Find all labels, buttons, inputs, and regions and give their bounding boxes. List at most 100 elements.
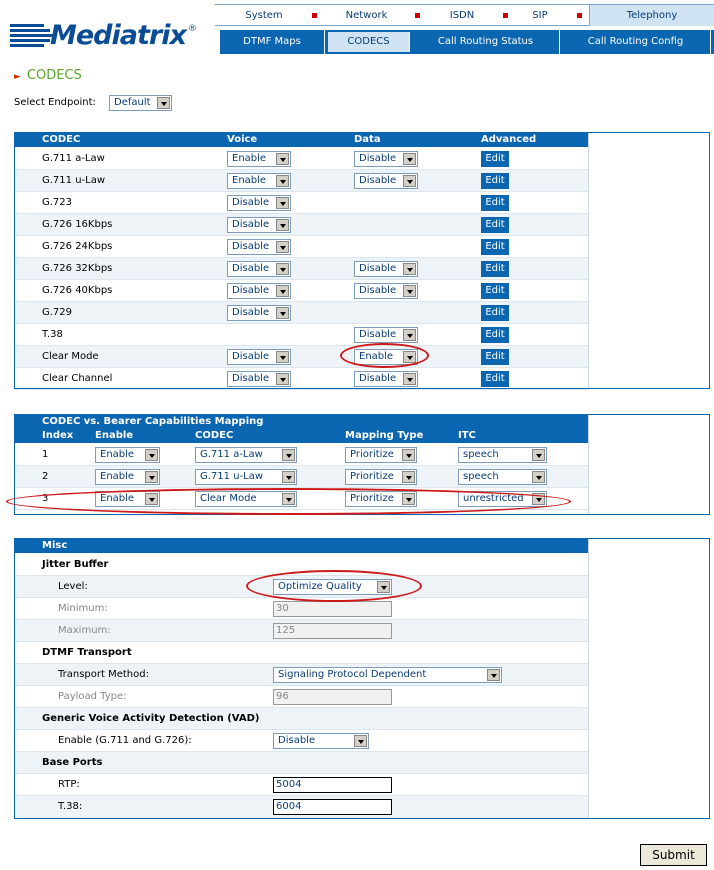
nav-network[interactable]: Network (318, 5, 415, 26)
vad-title: Generic Voice Activity Detection (VAD) (42, 713, 260, 724)
data-dropdown[interactable]: Disable (354, 283, 418, 299)
mediatrix-logo: Mediatrix ® (10, 20, 200, 60)
header-advanced: Advanced (481, 134, 537, 145)
bearer-enable-dropdown[interactable]: Enable (95, 469, 160, 485)
voice-dropdown[interactable]: Enable (227, 151, 291, 167)
nav-system[interactable]: System (215, 5, 313, 26)
voice-dropdown[interactable]: Disable (227, 371, 291, 387)
nav-separator-icon (577, 13, 582, 18)
header-voice: Voice (227, 134, 258, 145)
header-codec: CODEC (195, 430, 234, 441)
bearer-enable-dropdown[interactable]: Enable (95, 447, 160, 463)
jitter-buffer-title: Jitter Buffer (42, 559, 109, 570)
edit-button[interactable]: Edit (481, 327, 509, 343)
edit-button[interactable]: Edit (481, 349, 509, 365)
bearer-codec-dropdown[interactable]: G.711 a-Law (195, 447, 297, 463)
edit-button[interactable]: Edit (481, 371, 509, 387)
jitter-max-label: Maximum: (58, 625, 111, 636)
dropdown-arrow-icon (403, 285, 416, 297)
nav-telephony[interactable]: Telephony (589, 5, 714, 26)
transport-method-dropdown[interactable]: Signaling Protocol Dependent (273, 667, 502, 683)
table-row: G.711 u-Law Enable Disable Edit (15, 170, 588, 192)
table-row: G.726 40Kbps Disable Disable Edit (15, 280, 588, 302)
select-endpoint-dropdown[interactable]: Default (109, 95, 172, 111)
codec-name: G.711 a-Law (42, 153, 105, 164)
codec-name: G.711 u-Law (42, 175, 106, 186)
voice-dropdown[interactable]: Enable (227, 173, 291, 189)
header-itc: ITC (458, 430, 476, 441)
page-title: ► CODECS (14, 68, 82, 83)
dropdown-arrow-icon (354, 735, 367, 747)
codec-table-header: CODEC Voice Data Advanced (15, 133, 589, 147)
voice-dropdown[interactable]: Disable (227, 239, 291, 255)
voice-dropdown[interactable]: Disable (227, 349, 291, 365)
dropdown-arrow-icon (402, 471, 415, 483)
edit-button[interactable]: Edit (481, 305, 509, 321)
edit-button[interactable]: Edit (481, 283, 509, 299)
edit-button[interactable]: Edit (481, 195, 509, 211)
subnav-call-routing-config[interactable]: Call Routing Config (561, 30, 711, 54)
itc-dropdown[interactable]: speech (458, 469, 547, 485)
data-dropdown[interactable]: Disable (354, 261, 418, 277)
mapping-type-dropdown[interactable]: Prioritize (345, 469, 417, 485)
bearer-index: 2 (42, 471, 49, 482)
bearer-table-header: CODEC vs. Bearer Capabilities Mapping In… (15, 415, 589, 443)
dropdown-arrow-icon (282, 449, 295, 461)
data-dropdown[interactable]: Disable (354, 173, 418, 189)
table-row: G.711 a-Law Enable Disable Edit (15, 148, 588, 170)
itc-dropdown[interactable]: speech (458, 447, 547, 463)
edit-button[interactable]: Edit (481, 173, 509, 189)
voice-dropdown[interactable]: Disable (227, 195, 291, 211)
nav-isdn[interactable]: ISDN (420, 5, 504, 26)
voice-dropdown[interactable]: Disable (227, 305, 291, 321)
edit-button[interactable]: Edit (481, 151, 509, 167)
codec-name: G.726 16Kbps (42, 219, 113, 230)
rtp-port-input[interactable]: 5004 (273, 777, 392, 793)
data-dropdown[interactable]: Disable (354, 371, 418, 387)
voice-dropdown[interactable]: Disable (227, 261, 291, 277)
payload-type-input[interactable]: 96 (273, 689, 392, 705)
vad-enable-dropdown[interactable]: Disable (273, 733, 369, 749)
t38-port-input[interactable]: 6004 (273, 799, 392, 815)
edit-button[interactable]: Edit (481, 261, 509, 277)
logo-text: Mediatrix (50, 20, 187, 51)
bearer-codec-dropdown[interactable]: G.711 u-Law (195, 469, 297, 485)
t38-label: T.38: (58, 801, 83, 812)
sub-nav: DTMF Maps CODECS Call Routing Status Cal… (220, 30, 714, 54)
dropdown-arrow-icon (403, 373, 416, 385)
subnav-dtmf-maps[interactable]: DTMF Maps (220, 30, 325, 54)
vad-enable-label: Enable (G.711 and G.726): (58, 735, 192, 746)
data-dropdown[interactable]: Disable (354, 327, 418, 343)
codec-name: Clear Channel (42, 373, 113, 384)
edit-button[interactable]: Edit (481, 217, 509, 233)
dtmf-transport-title: DTMF Transport (42, 647, 132, 658)
dropdown-arrow-icon (276, 263, 289, 275)
subnav-call-routing-status[interactable]: Call Routing Status (412, 30, 560, 54)
title-arrow-icon: ► (14, 72, 21, 82)
table-row: T.38 Disable Edit (15, 324, 588, 346)
payload-type-label: Payload Type: (58, 691, 127, 702)
dropdown-arrow-icon (276, 373, 289, 385)
dropdown-arrow-icon (282, 471, 295, 483)
dropdown-arrow-icon (145, 471, 158, 483)
base-ports-title: Base Ports (42, 757, 103, 768)
main-nav: System Network ISDN SIP Telephony (215, 4, 714, 26)
submit-button[interactable]: Submit (640, 844, 707, 866)
highlight-oval (6, 488, 571, 515)
dropdown-arrow-icon (145, 449, 158, 461)
highlight-oval (246, 570, 422, 602)
jitter-max-input[interactable]: 125 (273, 623, 392, 639)
voice-dropdown[interactable]: Disable (227, 283, 291, 299)
mapping-type-dropdown[interactable]: Prioritize (345, 447, 417, 463)
rtp-label: RTP: (58, 779, 80, 790)
jitter-min-input[interactable]: 30 (273, 601, 392, 617)
table-row: 2 Enable G.711 u-Law Prioritize speech (15, 466, 588, 488)
nav-sip[interactable]: SIP (508, 5, 572, 26)
data-dropdown[interactable]: Disable (354, 151, 418, 167)
voice-dropdown[interactable]: Disable (227, 217, 291, 233)
subnav-codecs[interactable]: CODECS (328, 32, 410, 52)
highlight-oval (340, 343, 429, 368)
edit-button[interactable]: Edit (481, 239, 509, 255)
select-endpoint-label: Select Endpoint: (14, 97, 96, 108)
dropdown-arrow-icon (487, 669, 500, 681)
